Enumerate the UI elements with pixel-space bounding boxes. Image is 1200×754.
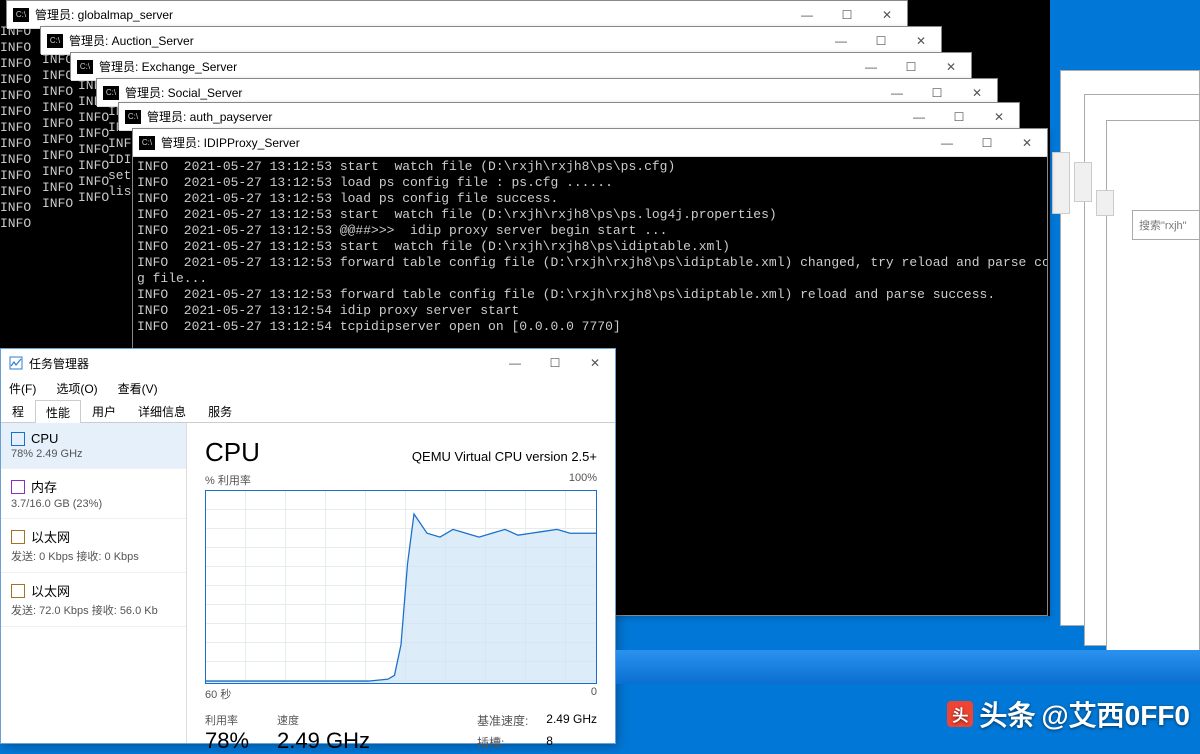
- window-title: 管理员: Exchange_Server: [99, 58, 237, 75]
- graph-ylabel-left: % 利用率: [205, 472, 251, 488]
- console-authpay: C:\ 管理员: auth_payserver — ☐ ✕: [118, 102, 1020, 130]
- sidebar-item-memory[interactable]: 内存 3.7/16.0 GB (23%): [1, 469, 186, 519]
- close-button[interactable]: ✕: [979, 103, 1019, 131]
- menu-options[interactable]: 选项(O): [52, 378, 101, 399]
- taskbar[interactable]: [616, 650, 1200, 684]
- speed-label: 速度: [277, 712, 370, 728]
- util-label: 利用率: [205, 712, 249, 728]
- tab-users[interactable]: 用户: [81, 399, 127, 422]
- maximize-button[interactable]: ☐: [827, 1, 867, 29]
- cmd-icon: C:\: [47, 34, 63, 48]
- task-manager-title: 任务管理器: [29, 355, 89, 372]
- util-value: 78%: [205, 728, 249, 754]
- maximize-button[interactable]: ☐: [535, 349, 575, 377]
- minimize-button[interactable]: —: [821, 27, 861, 55]
- processor-name: QEMU Virtual CPU version 2.5+: [412, 449, 597, 464]
- window-title: 管理员: auth_payserver: [147, 108, 272, 125]
- minimize-button[interactable]: —: [787, 1, 827, 29]
- cmd-icon: C:\: [125, 110, 141, 124]
- speed-value: 2.49 GHz: [277, 728, 370, 754]
- cpu-graph[interactable]: [205, 490, 597, 684]
- scrollbar[interactable]: [1096, 190, 1114, 216]
- memory-thumb-icon: [11, 480, 25, 494]
- window-title: 管理员: globalmap_server: [35, 6, 173, 23]
- console-globalmap: C:\ 管理员: globalmap_server — ☐ ✕: [6, 0, 908, 28]
- tab-performance[interactable]: 性能: [35, 400, 81, 423]
- base-speed-value: 2.49 GHz: [546, 712, 597, 732]
- net-thumb-icon: [11, 530, 25, 544]
- net-thumb-icon: [11, 584, 25, 598]
- base-speed-label: 基准速度:: [477, 712, 528, 732]
- tm-tabs: 程 性能 用户 详细信息 服务: [1, 399, 615, 423]
- cmd-icon: C:\: [139, 136, 155, 150]
- menu-bar[interactable]: 件(F) 选项(O) 查看(V): [1, 377, 615, 399]
- log-overspill-1: INFO INFO INFO INFO INFO INFO INFO INFO …: [0, 24, 31, 232]
- graph-xlabel-right: 0: [591, 686, 597, 702]
- minimize-button[interactable]: —: [899, 103, 939, 131]
- cmd-icon: C:\: [77, 60, 93, 74]
- tab-services[interactable]: 服务: [197, 399, 243, 422]
- tab-processes[interactable]: 程: [1, 399, 35, 422]
- task-manager-window: 任务管理器 — ☐ ✕ 件(F) 选项(O) 查看(V) 程 性能 用户 详细信…: [0, 348, 616, 744]
- cmd-icon: C:\: [13, 8, 29, 22]
- search-field[interactable]: 搜索"rxjh": [1132, 210, 1200, 240]
- menu-file[interactable]: 件(F): [5, 378, 40, 399]
- cpu-thumb-icon: [11, 432, 25, 446]
- cmd-icon: C:\: [103, 86, 119, 100]
- sockets-value: 8: [546, 734, 597, 754]
- sidebar-item-ethernet-1[interactable]: 以太网 发送: 72.0 Kbps 接收: 56.0 Kb: [1, 573, 186, 627]
- sockets-label: 插槽:: [477, 734, 528, 754]
- maximize-button[interactable]: ☐: [939, 103, 979, 131]
- window-title: 管理员: IDIPProxy_Server: [161, 134, 300, 151]
- menu-view[interactable]: 查看(V): [114, 378, 162, 399]
- minimize-button[interactable]: —: [495, 349, 535, 377]
- minimize-button[interactable]: —: [851, 53, 891, 81]
- graph-xlabel-left: 60 秒: [205, 686, 231, 702]
- close-button[interactable]: ✕: [901, 27, 941, 55]
- log-overspill-2: INFO INFO INFO INFO INFO INFO INFO INFO …: [42, 52, 73, 212]
- console-auction: C:\ 管理员: Auction_Server — ☐ ✕: [40, 26, 942, 54]
- maximize-button[interactable]: ☐: [967, 129, 1007, 157]
- scrollbar[interactable]: [1074, 162, 1092, 202]
- watermark: 头 头条 @艾西0FF0: [947, 694, 1190, 734]
- task-manager-icon: [9, 356, 23, 370]
- graph-ylabel-right: 100%: [569, 472, 597, 488]
- window-title: 管理员: Auction_Server: [69, 32, 194, 49]
- perf-sidebar: CPU 78% 2.49 GHz 内存 3.7/16.0 GB (23%) 以太…: [1, 423, 187, 743]
- sidebar-item-cpu[interactable]: CPU 78% 2.49 GHz: [1, 423, 186, 469]
- toutiao-logo-icon: 头: [947, 701, 973, 727]
- console-exchange: C:\ 管理员: Exchange_Server — ☐ ✕: [70, 52, 972, 80]
- scrollbar[interactable]: [1052, 152, 1070, 214]
- maximize-button[interactable]: ☐: [891, 53, 931, 81]
- close-button[interactable]: ✕: [1007, 129, 1047, 157]
- close-button[interactable]: ✕: [575, 349, 615, 377]
- maximize-button[interactable]: ☐: [861, 27, 901, 55]
- window-title: 管理员: Social_Server: [125, 84, 242, 101]
- cpu-header: CPU: [205, 437, 260, 468]
- minimize-button[interactable]: —: [927, 129, 967, 157]
- tab-details[interactable]: 详细信息: [127, 399, 197, 422]
- close-button[interactable]: ✕: [931, 53, 971, 81]
- sidebar-item-ethernet-0[interactable]: 以太网 发送: 0 Kbps 接收: 0 Kbps: [1, 519, 186, 573]
- close-button[interactable]: ✕: [867, 1, 907, 29]
